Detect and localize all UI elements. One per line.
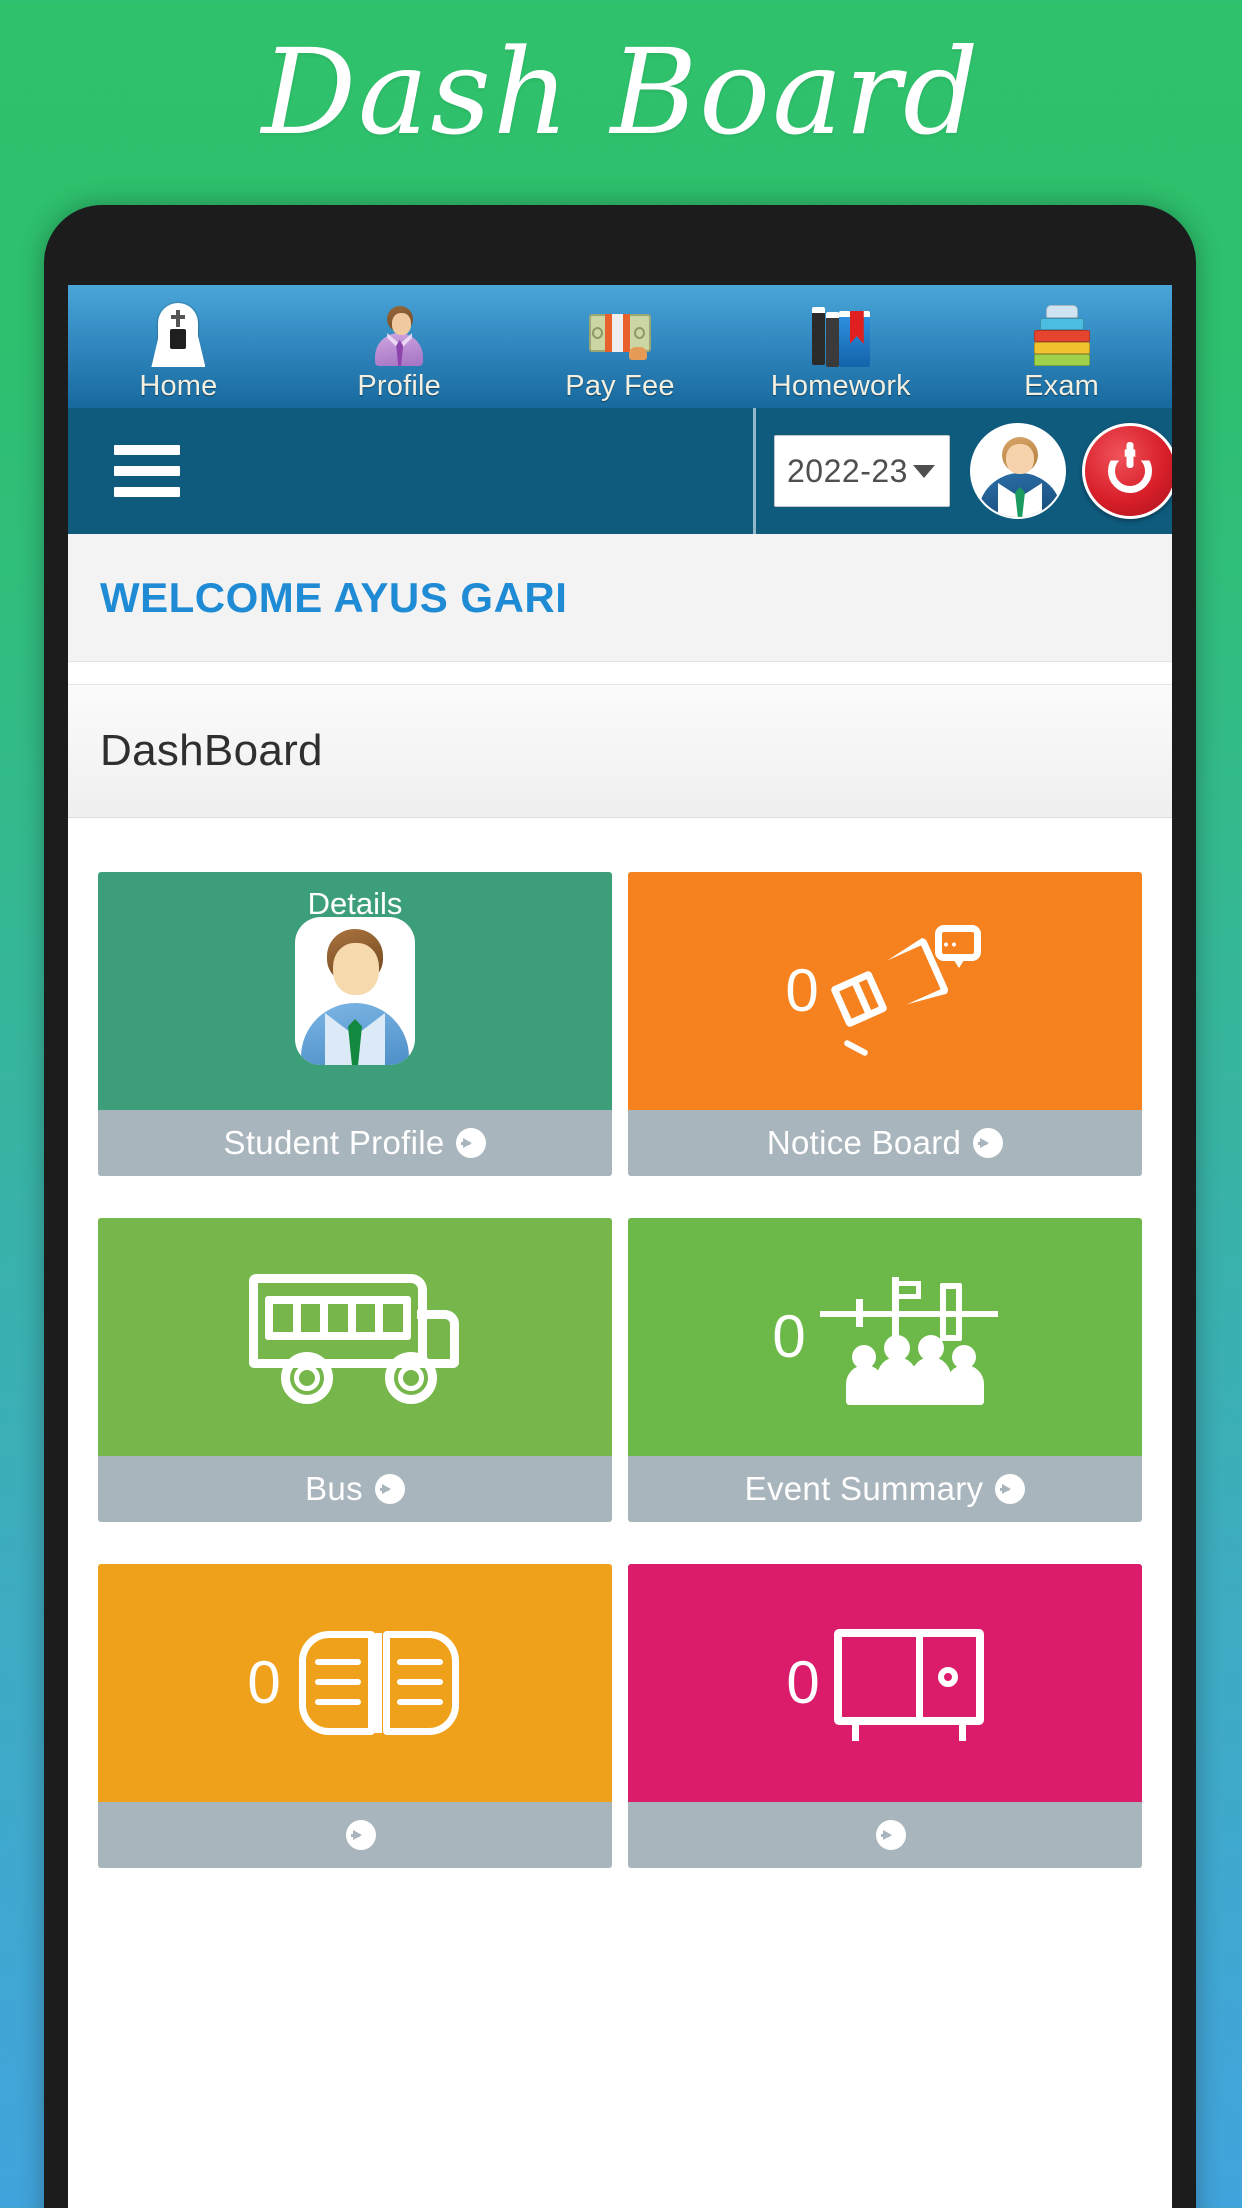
nav-item-exam[interactable]: Exam [951,302,1172,408]
person-icon [289,302,510,368]
header-divider [753,408,756,534]
nav-item-profile[interactable]: Profile [289,302,510,408]
tile-footer[interactable]: Bus [98,1456,612,1522]
nav-item-home[interactable]: Home [68,302,289,408]
tile-body: 0 [628,1564,1142,1802]
open-book-icon [295,1623,463,1743]
top-icon-navigation: Home Profile Pay Fee Homework Exam [68,285,1172,408]
locker-icon [833,1625,984,1741]
tile-bus[interactable]: Bus [98,1218,612,1522]
tile-count: 0 [772,1303,806,1370]
section-gap [68,662,1172,684]
nav-label-homework: Homework [770,370,911,402]
books-icon [730,302,951,368]
arrow-right-circle-icon [973,1128,1004,1158]
app-header-bar: 2022-23 [68,408,1172,534]
page-title: Dash Board [261,23,981,161]
welcome-strip: WELCOME AYUS GARI [68,534,1172,662]
nav-label-exam: Exam [1024,370,1100,402]
nav-label-home: Home [139,370,218,402]
academic-year-select[interactable]: 2022-23 [774,435,950,507]
breadcrumb-label: DashBoard [100,726,323,775]
phone-device-frame: Home Profile Pay Fee Homework Exam 2022-… [44,205,1196,2208]
bus-icon [249,1270,461,1404]
money-icon [510,302,731,368]
stacked-books-icon [951,302,1172,368]
school-crest-icon [68,302,289,368]
tile-body: 0 [628,872,1142,1110]
tile-notice-board[interactable]: 0 Notice Board [628,872,1142,1176]
megaphone-icon [829,925,985,1057]
tile-footer[interactable]: Notice Board [628,1110,1142,1176]
chevron-down-icon [913,465,935,478]
tile-footer-label: Student Profile [223,1124,445,1161]
hamburger-icon[interactable] [114,445,180,497]
tile-count: 0 [785,957,819,1024]
tile-footer-label: Notice Board [766,1124,962,1161]
student-avatar-icon [295,917,415,1065]
arrow-right-circle-icon [346,1820,376,1850]
nav-item-pay-fee[interactable]: Pay Fee [510,302,731,408]
breadcrumb: DashBoard [68,684,1172,818]
tile-footer[interactable] [98,1802,612,1868]
tile-count: 0 [247,1649,281,1716]
tile-body [98,1218,612,1456]
nav-label-profile: Profile [357,370,441,402]
tile-body: Details [98,872,612,1110]
tile-count: 0 [786,1649,820,1716]
tile-footer-label: Bus [305,1470,363,1507]
nav-label-pay-fee: Pay Fee [565,370,675,402]
tile-library[interactable]: 0 [98,1564,612,1868]
tile-hostel[interactable]: 0 [628,1564,1142,1868]
tile-footer-label: Event Summary [744,1470,984,1507]
tile-body: 0 [628,1218,1142,1456]
welcome-message: WELCOME AYUS GARI [100,573,568,621]
user-avatar-icon[interactable] [970,423,1066,519]
tile-footer[interactable] [628,1802,1142,1868]
event-people-icon [819,1269,998,1405]
tile-body: 0 [98,1564,612,1802]
phone-screen: Home Profile Pay Fee Homework Exam 2022-… [68,285,1172,2208]
power-icon[interactable] [1082,423,1172,519]
tile-footer[interactable]: Event Summary [628,1456,1142,1522]
arrow-right-circle-icon [876,1820,906,1850]
tile-event-summary[interactable]: 0 Event Summary [628,1218,1142,1522]
nav-item-homework[interactable]: Homework [730,302,951,408]
tile-student-profile[interactable]: Details Student Profile [98,872,612,1176]
dashboard-tile-grid: Details Student Profile 0 Notice Board B… [68,818,1172,1868]
tile-footer[interactable]: Student Profile [98,1110,612,1176]
arrow-right-circle-icon [456,1128,487,1158]
arrow-right-circle-icon [995,1474,1026,1504]
academic-year-value: 2022-23 [787,452,908,489]
arrow-right-circle-icon [374,1474,405,1504]
